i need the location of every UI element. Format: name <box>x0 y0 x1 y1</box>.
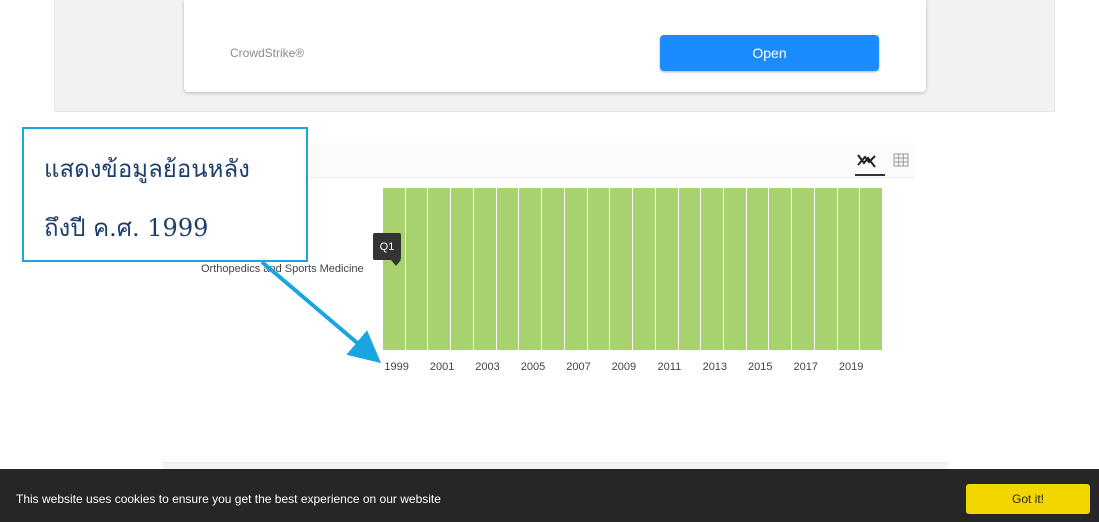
cookie-banner: This website uses cookies to ensure you … <box>0 469 1099 522</box>
app-card: CrowdStrike® Open <box>184 0 926 92</box>
heatmap-cell[interactable] <box>633 188 656 350</box>
heatmap-cell[interactable] <box>769 188 793 350</box>
x-tick-label: 2017 <box>793 361 818 373</box>
heatmap-cell[interactable] <box>428 188 452 350</box>
x-tick-label: 2013 <box>702 361 728 373</box>
heatmap-cell[interactable] <box>405 188 429 350</box>
heatmap-cell[interactable] <box>383 188 406 350</box>
heatmap-cell[interactable] <box>860 188 884 350</box>
quartile-tooltip: Q1 <box>373 233 401 260</box>
heatmap-cell[interactable] <box>814 188 838 350</box>
heatmap-cell[interactable] <box>496 188 520 350</box>
callout-line-1: แสดงข้อมูลย้อนหลัง <box>44 155 250 183</box>
tooltip-pointer <box>391 260 401 266</box>
x-tick-label: 2019 <box>838 361 864 373</box>
cookie-message: This website uses cookies to ensure you … <box>16 492 441 506</box>
heatmap-cell[interactable] <box>542 188 565 350</box>
x-tick-label: 2007 <box>566 361 591 373</box>
table-grid-icon[interactable] <box>893 152 909 168</box>
heatmap-cell[interactable] <box>473 188 497 350</box>
active-tab-indicator <box>855 174 885 176</box>
got-it-button[interactable]: Got it! <box>966 484 1090 514</box>
x-tick-label: 1999 <box>384 361 409 373</box>
callout-line-2: ถึงปี ค.ศ. 1999 <box>44 214 209 242</box>
heatmap-cell[interactable] <box>655 188 679 350</box>
heatmap-cell[interactable] <box>792 188 815 350</box>
heatmap-cell[interactable] <box>837 188 861 350</box>
x-tick-label: 2001 <box>429 361 455 373</box>
heatmap-row-label: Orthopedics and Sports Medicine <box>201 263 364 275</box>
open-button[interactable]: Open <box>660 35 879 71</box>
x-tick-label: 2005 <box>520 361 546 373</box>
annotation-callout: แสดงข้อมูลย้อนหลัง ถึงปี ค.ศ. 1999 <box>22 127 308 262</box>
app-name: CrowdStrike® <box>230 46 305 60</box>
heatmap-cell[interactable] <box>519 188 543 350</box>
heatmap-cell[interactable] <box>724 188 747 350</box>
heatmap-cell[interactable] <box>701 188 725 350</box>
heatmap-cell[interactable] <box>564 188 588 350</box>
x-tick-label: 2011 <box>657 361 682 373</box>
heatmap-cell[interactable] <box>610 188 634 350</box>
x-tick-label: 2015 <box>748 361 773 373</box>
x-tick-label: 2009 <box>611 361 637 373</box>
heatmap-cell[interactable] <box>587 188 611 350</box>
heatmap-cell[interactable] <box>746 188 770 350</box>
heatmap-grid <box>383 188 884 350</box>
heatmap-cell[interactable] <box>678 188 702 350</box>
heatmap-cell[interactable] <box>451 188 474 350</box>
line-chart-icon[interactable] <box>855 149 879 173</box>
x-tick-label: 2003 <box>475 361 500 373</box>
